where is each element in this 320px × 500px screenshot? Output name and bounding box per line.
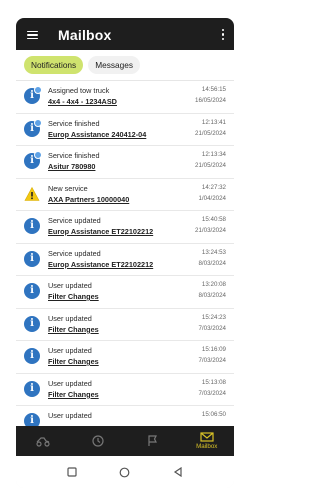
info-icon: i xyxy=(24,348,40,364)
notification-item[interactable]: i Service finished Asitur 780980 12:13:34 21… xyxy=(16,146,234,179)
info-icon: i xyxy=(24,86,42,104)
hamburger-menu-icon[interactable] xyxy=(27,30,38,40)
warning-icon xyxy=(24,186,40,202)
notification-time: 14:56:15 xyxy=(201,86,226,93)
notification-item[interactable]: i Service finished Europ Assistance 240412… xyxy=(16,114,234,146)
nav-tow-truck[interactable] xyxy=(16,426,71,456)
notification-item[interactable]: i User updated Filter Changes 13:20:08 8/03/… xyxy=(16,276,234,309)
notification-item[interactable]: New service AXA Partners 10000040 14:27:32… xyxy=(16,179,234,211)
info-icon: i xyxy=(24,380,40,397)
tow-truck-icon xyxy=(36,436,50,447)
bottom-navigation: Mailbox xyxy=(16,426,234,456)
recents-square-icon[interactable] xyxy=(67,467,77,477)
notification-date: 16/05/2024 xyxy=(195,97,226,104)
notification-date: 1/04/2024 xyxy=(198,194,226,202)
flag-icon xyxy=(148,435,157,446)
notification-link[interactable]: Filter Changes xyxy=(48,357,99,366)
notification-date: 21/05/2024 xyxy=(195,129,226,137)
notification-link[interactable]: Asitur 780980 xyxy=(48,162,95,171)
notification-title: New service xyxy=(48,183,88,193)
notification-time: 13:20:08 xyxy=(201,281,226,288)
notification-title: Service updated xyxy=(48,216,101,225)
tab-messages[interactable]: Messages xyxy=(88,56,141,74)
notification-date: 8/03/2024 xyxy=(198,292,226,299)
notification-date: 21/03/2024 xyxy=(195,227,226,234)
unread-indicator xyxy=(34,86,42,94)
clock-icon xyxy=(92,435,104,447)
nav-flags[interactable] xyxy=(125,426,180,456)
page-title: Mailbox xyxy=(58,27,112,43)
more-options-icon[interactable] xyxy=(221,29,224,41)
notification-item[interactable]: i Service updated Europ Assistance ET22102… xyxy=(16,211,234,244)
info-icon: i xyxy=(24,218,40,234)
notification-date: 8/03/2024 xyxy=(198,259,226,267)
notification-title: User updated xyxy=(48,281,92,290)
info-icon: i xyxy=(24,118,42,137)
app-screen: Mailbox Notifications Messages i Assigned… xyxy=(16,18,234,488)
notification-title: Service updated xyxy=(48,248,101,258)
unread-indicator xyxy=(34,151,42,159)
notification-title: Service finished xyxy=(48,118,100,128)
notification-list[interactable]: i Assigned tow truck 4x4 - 4x4 - 1234ASD 14… xyxy=(16,81,234,457)
back-triangle-icon[interactable] xyxy=(173,467,183,477)
notification-link[interactable]: Europ Assistance 240412-04 xyxy=(48,130,146,139)
notification-time: 14:27:32 xyxy=(201,183,226,191)
notification-title: Service finished xyxy=(48,151,100,160)
tab-bar: Notifications Messages xyxy=(16,50,234,81)
unread-indicator xyxy=(34,118,42,127)
notification-time: 15:40:58 xyxy=(201,216,226,223)
app-header: Mailbox xyxy=(16,20,234,50)
home-circle-icon[interactable] xyxy=(119,467,130,478)
notification-date: 21/05/2024 xyxy=(195,162,226,169)
notification-time: 12:13:41 xyxy=(201,118,226,126)
notification-link[interactable]: Filter Changes xyxy=(48,390,99,399)
notification-link[interactable]: Europ Assistance ET22102212 xyxy=(48,260,153,269)
notification-title: User updated xyxy=(48,378,92,388)
notification-date: 7/03/2024 xyxy=(198,357,226,364)
notification-time: 13:24:53 xyxy=(201,248,226,256)
nav-history[interactable] xyxy=(71,426,126,456)
notification-time: 15:06:50 xyxy=(201,411,226,418)
notification-time: 12:13:34 xyxy=(201,151,226,158)
notification-time: 15:24:23 xyxy=(201,313,226,321)
notification-date: 7/03/2024 xyxy=(198,324,226,332)
notification-date: 7/03/2024 xyxy=(198,389,226,397)
notification-link[interactable]: Filter Changes xyxy=(48,292,99,301)
notification-title: User updated xyxy=(48,411,92,420)
info-icon: i xyxy=(24,151,42,169)
notification-link[interactable]: Filter Changes xyxy=(48,325,99,334)
nav-mailbox-label: Mailbox xyxy=(196,443,218,450)
notification-link[interactable]: AXA Partners 10000040 xyxy=(48,195,129,204)
notification-time: 15:16:09 xyxy=(201,346,226,353)
notification-link[interactable]: Europ Assistance ET22102212 xyxy=(48,227,153,236)
info-icon: i xyxy=(24,315,40,332)
notification-title: User updated xyxy=(48,346,92,355)
system-navigation-bar xyxy=(16,456,234,488)
info-icon: i xyxy=(24,250,40,267)
notification-item[interactable]: i User updated Filter Changes 15:24:23 7/03/… xyxy=(16,309,234,341)
notification-title: User updated xyxy=(48,313,92,323)
notification-item[interactable]: i User updated Filter Changes 15:13:08 7/03/… xyxy=(16,374,234,406)
notification-link[interactable]: 4x4 - 4x4 - 1234ASD xyxy=(48,97,117,106)
notification-title: Assigned tow truck xyxy=(48,86,110,95)
nav-mailbox[interactable]: Mailbox xyxy=(180,426,235,456)
info-icon: i xyxy=(24,283,40,299)
mail-icon xyxy=(200,432,214,442)
notification-item[interactable]: i Service updated Europ Assistance ET22102… xyxy=(16,244,234,276)
notification-item[interactable]: i User updated Filter Changes 15:16:09 7/03/… xyxy=(16,341,234,374)
notification-time: 15:13:08 xyxy=(201,378,226,386)
notification-item[interactable]: i Assigned tow truck 4x4 - 4x4 - 1234ASD 14… xyxy=(16,81,234,114)
tab-notifications[interactable]: Notifications xyxy=(24,56,84,74)
